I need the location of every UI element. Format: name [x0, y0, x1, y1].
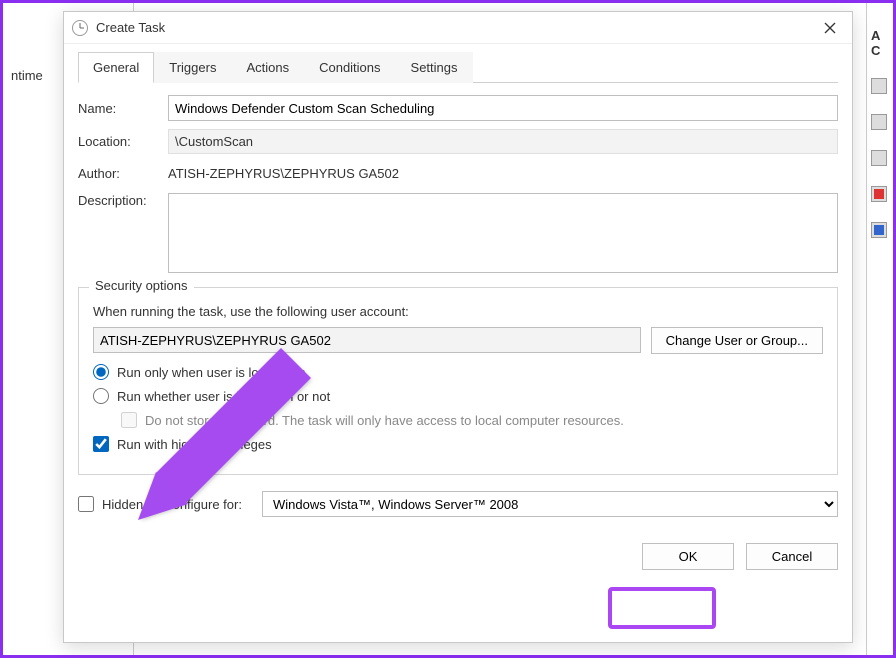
tab-triggers[interactable]: Triggers: [154, 52, 231, 83]
radio-logged-or-not-input[interactable]: [93, 388, 109, 404]
radio-logged-on[interactable]: Run only when user is logged on: [93, 364, 823, 380]
bg-icon: [871, 78, 887, 94]
cancel-button[interactable]: Cancel: [746, 543, 838, 570]
store-password-label: Do not store password. The task will onl…: [145, 413, 624, 428]
hidden-checkbox[interactable]: [78, 496, 94, 512]
bg-label: C: [871, 43, 889, 58]
radio-logged-on-input[interactable]: [93, 364, 109, 380]
author-value: ATISH-ZEPHYRUS\ZEPHYRUS GA502: [168, 162, 838, 185]
configure-for-label: Configure for:: [163, 497, 242, 512]
bg-icon: [871, 222, 887, 238]
location-label: Location:: [78, 134, 168, 149]
run-highest-check[interactable]: Run with highest privileges: [93, 436, 823, 452]
when-running-label: When running the task, use the following…: [93, 304, 823, 319]
close-button[interactable]: [816, 14, 844, 42]
hidden-check[interactable]: Hidden: [78, 496, 143, 512]
author-label: Author:: [78, 166, 168, 181]
description-input[interactable]: [168, 193, 838, 273]
bg-text: ntime: [11, 68, 43, 83]
bg-divider: [866, 3, 867, 655]
security-options-group: Security options When running the task, …: [78, 287, 838, 475]
bg-label: A: [871, 28, 889, 43]
tab-settings[interactable]: Settings: [396, 52, 473, 83]
configure-for-select[interactable]: Windows Vista™, Windows Server™ 2008: [262, 491, 838, 517]
radio-logged-on-label: Run only when user is logged on: [117, 365, 306, 380]
change-user-button[interactable]: Change User or Group...: [651, 327, 823, 354]
bg-icon: [871, 114, 887, 130]
tab-conditions[interactable]: Conditions: [304, 52, 395, 83]
description-label: Description:: [78, 193, 168, 208]
tab-general[interactable]: General: [78, 52, 154, 83]
tab-actions[interactable]: Actions: [231, 52, 304, 83]
bg-icon: [871, 186, 887, 202]
clock-icon: [72, 20, 88, 36]
radio-logged-or-not[interactable]: Run whether user is logged on or not: [93, 388, 823, 404]
store-password-check: Do not store password. The task will onl…: [121, 412, 823, 428]
security-options-title: Security options: [89, 278, 194, 293]
user-account-input: [93, 327, 641, 353]
name-label: Name:: [78, 101, 168, 116]
close-icon: [824, 22, 836, 34]
ok-button[interactable]: OK: [642, 543, 734, 570]
tab-strip: General Triggers Actions Conditions Sett…: [78, 52, 838, 83]
bg-icon: [871, 150, 887, 166]
titlebar: Create Task: [64, 12, 852, 44]
store-password-checkbox: [121, 412, 137, 428]
bg-right-panel: A C: [871, 28, 889, 258]
radio-logged-or-not-label: Run whether user is logged on or not: [117, 389, 330, 404]
hidden-label: Hidden: [102, 497, 143, 512]
dialog-title: Create Task: [96, 20, 816, 35]
run-highest-label: Run with highest privileges: [117, 437, 272, 452]
create-task-dialog: Create Task General Triggers Actions Con…: [63, 11, 853, 643]
location-value: \CustomScan: [168, 129, 838, 154]
name-input[interactable]: [168, 95, 838, 121]
run-highest-checkbox[interactable]: [93, 436, 109, 452]
